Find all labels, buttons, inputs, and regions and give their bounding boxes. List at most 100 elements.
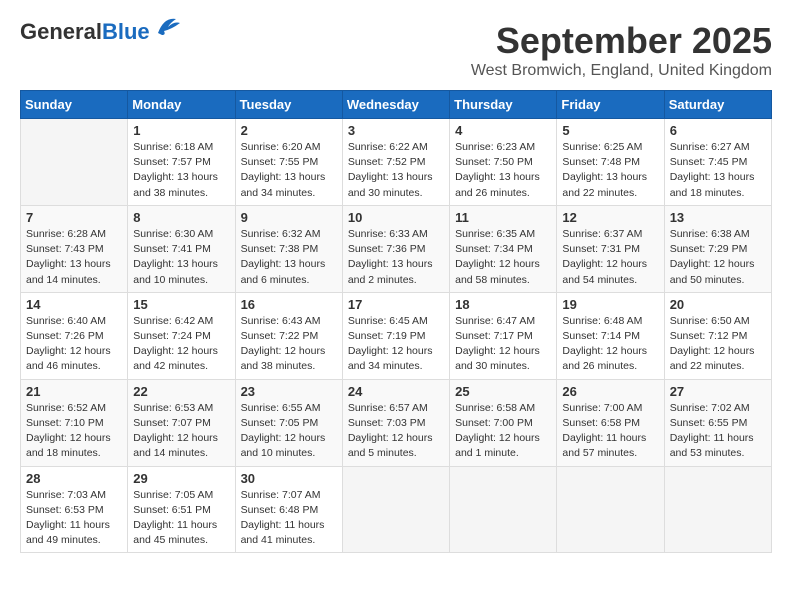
day-number: 24	[348, 384, 444, 399]
calendar-cell: 4Sunrise: 6:23 AMSunset: 7:50 PMDaylight…	[450, 119, 557, 206]
day-info: Sunrise: 7:03 AMSunset: 6:53 PMDaylight:…	[26, 488, 122, 549]
calendar-week-row: 1 Sunrise: 6:18 AMSunset: 7:57 PMDaylight…	[21, 119, 772, 206]
calendar-week-row: 14 Sunrise: 6:40 AMSunset: 7:26 PMDayligh…	[21, 292, 772, 379]
logo-general: General	[20, 19, 102, 44]
calendar-cell: 21 Sunrise: 6:52 AMSunset: 7:10 PMDayligh…	[21, 379, 128, 466]
month-title: September 2025	[471, 20, 772, 62]
calendar-cell: 27 Sunrise: 7:02 AMSunset: 6:55 PMDayligh…	[664, 379, 771, 466]
day-info: Sunrise: 6:57 AMSunset: 7:03 PMDaylight:…	[348, 401, 444, 462]
day-info: Sunrise: 6:42 AMSunset: 7:24 PMDaylight:…	[133, 314, 229, 375]
calendar-cell	[342, 466, 449, 553]
calendar-cell: 25Sunrise: 6:58 AMSunset: 7:00 PMDayligh…	[450, 379, 557, 466]
day-number: 21	[26, 384, 122, 399]
day-number: 7	[26, 210, 122, 225]
calendar-cell	[557, 466, 664, 553]
calendar-cell	[21, 119, 128, 206]
day-info: Sunrise: 7:05 AMSunset: 6:51 PMDaylight:…	[133, 488, 229, 549]
calendar-cell: 18 Sunrise: 6:47 AMSunset: 7:17 PMDayligh…	[450, 292, 557, 379]
day-info: Sunrise: 6:45 AMSunset: 7:19 PMDaylight:…	[348, 314, 444, 375]
day-number: 13	[670, 210, 766, 225]
logo-blue: Blue	[102, 19, 150, 44]
calendar-cell: 17Sunrise: 6:45 AMSunset: 7:19 PMDayligh…	[342, 292, 449, 379]
day-info: Sunrise: 6:22 AMSunset: 7:52 PMDaylight:…	[348, 140, 444, 201]
calendar-cell: 3 Sunrise: 6:22 AMSunset: 7:52 PMDaylight…	[342, 119, 449, 206]
day-number: 16	[241, 297, 337, 312]
day-number: 22	[133, 384, 229, 399]
calendar-cell: 15 Sunrise: 6:42 AMSunset: 7:24 PMDayligh…	[128, 292, 235, 379]
calendar-cell: 2Sunrise: 6:20 AMSunset: 7:55 PMDaylight…	[235, 119, 342, 206]
day-info: Sunrise: 6:55 AMSunset: 7:05 PMDaylight:…	[241, 401, 337, 462]
day-info: Sunrise: 6:52 AMSunset: 7:10 PMDaylight:…	[26, 401, 122, 462]
title-block: September 2025 West Bromwich, England, U…	[471, 20, 772, 80]
day-info: Sunrise: 6:18 AMSunset: 7:57 PMDaylight:…	[133, 140, 229, 201]
day-number: 19	[562, 297, 658, 312]
calendar-cell: 19 Sunrise: 6:48 AMSunset: 7:14 PMDayligh…	[557, 292, 664, 379]
day-number: 2	[241, 123, 337, 138]
day-info: Sunrise: 7:07 AMSunset: 6:48 PMDaylight:…	[241, 488, 337, 549]
day-number: 5	[562, 123, 658, 138]
day-info: Sunrise: 6:48 AMSunset: 7:14 PMDaylight:…	[562, 314, 658, 375]
day-number: 30	[241, 471, 337, 486]
day-number: 27	[670, 384, 766, 399]
day-info: Sunrise: 6:37 AMSunset: 7:31 PMDaylight:…	[562, 227, 658, 288]
day-info: Sunrise: 7:02 AMSunset: 6:55 PMDaylight:…	[670, 401, 766, 462]
calendar-day-header: Friday	[557, 91, 664, 119]
day-number: 4	[455, 123, 551, 138]
day-number: 26	[562, 384, 658, 399]
calendar-cell: 24 Sunrise: 6:57 AMSunset: 7:03 PMDayligh…	[342, 379, 449, 466]
day-info: Sunrise: 6:40 AMSunset: 7:26 PMDaylight:…	[26, 314, 122, 375]
day-number: 8	[133, 210, 229, 225]
day-number: 29	[133, 471, 229, 486]
day-info: Sunrise: 6:43 AMSunset: 7:22 PMDaylight:…	[241, 314, 337, 375]
logo: GeneralBlue	[20, 20, 182, 44]
calendar-day-header: Wednesday	[342, 91, 449, 119]
day-number: 18	[455, 297, 551, 312]
day-info: Sunrise: 6:53 AMSunset: 7:07 PMDaylight:…	[133, 401, 229, 462]
day-info: Sunrise: 6:33 AMSunset: 7:36 PMDaylight:…	[348, 227, 444, 288]
calendar-cell: 28 Sunrise: 7:03 AMSunset: 6:53 PMDayligh…	[21, 466, 128, 553]
calendar-cell: 22 Sunrise: 6:53 AMSunset: 7:07 PMDayligh…	[128, 379, 235, 466]
day-info: Sunrise: 6:28 AMSunset: 7:43 PMDaylight:…	[26, 227, 122, 288]
day-info: Sunrise: 6:38 AMSunset: 7:29 PMDaylight:…	[670, 227, 766, 288]
day-number: 1	[133, 123, 229, 138]
calendar-cell	[450, 466, 557, 553]
calendar-cell: 6 Sunrise: 6:27 AMSunset: 7:45 PMDaylight…	[664, 119, 771, 206]
day-info: Sunrise: 6:27 AMSunset: 7:45 PMDaylight:…	[670, 140, 766, 201]
calendar-cell: 29 Sunrise: 7:05 AMSunset: 6:51 PMDayligh…	[128, 466, 235, 553]
day-info: Sunrise: 6:58 AMSunset: 7:00 PMDaylight:…	[455, 401, 551, 462]
calendar-cell: 12 Sunrise: 6:37 AMSunset: 7:31 PMDayligh…	[557, 205, 664, 292]
calendar-cell: 13 Sunrise: 6:38 AMSunset: 7:29 PMDayligh…	[664, 205, 771, 292]
calendar-cell: 16 Sunrise: 6:43 AMSunset: 7:22 PMDayligh…	[235, 292, 342, 379]
day-info: Sunrise: 6:30 AMSunset: 7:41 PMDaylight:…	[133, 227, 229, 288]
day-number: 6	[670, 123, 766, 138]
calendar-day-header: Thursday	[450, 91, 557, 119]
calendar-day-header: Sunday	[21, 91, 128, 119]
day-number: 9	[241, 210, 337, 225]
day-number: 3	[348, 123, 444, 138]
day-number: 10	[348, 210, 444, 225]
calendar-week-row: 7 Sunrise: 6:28 AMSunset: 7:43 PMDaylight…	[21, 205, 772, 292]
calendar-day-header: Saturday	[664, 91, 771, 119]
location-title: West Bromwich, England, United Kingdom	[471, 62, 772, 80]
day-info: Sunrise: 6:50 AMSunset: 7:12 PMDaylight:…	[670, 314, 766, 375]
calendar-cell: 10 Sunrise: 6:33 AMSunset: 7:36 PMDayligh…	[342, 205, 449, 292]
calendar-cell: 11Sunrise: 6:35 AMSunset: 7:34 PMDayligh…	[450, 205, 557, 292]
calendar-cell: 14 Sunrise: 6:40 AMSunset: 7:26 PMDayligh…	[21, 292, 128, 379]
day-info: Sunrise: 6:47 AMSunset: 7:17 PMDaylight:…	[455, 314, 551, 375]
day-info: Sunrise: 6:32 AMSunset: 7:38 PMDaylight:…	[241, 227, 337, 288]
day-number: 14	[26, 297, 122, 312]
calendar-table: SundayMondayTuesdayWednesdayThursdayFrid…	[20, 90, 772, 553]
calendar-cell: 30 Sunrise: 7:07 AMSunset: 6:48 PMDayligh…	[235, 466, 342, 553]
day-number: 23	[241, 384, 337, 399]
calendar-header-row: SundayMondayTuesdayWednesdayThursdayFrid…	[21, 91, 772, 119]
day-number: 12	[562, 210, 658, 225]
page-header: GeneralBlue September 2025 West Bromwich…	[20, 20, 772, 80]
day-number: 28	[26, 471, 122, 486]
day-number: 20	[670, 297, 766, 312]
calendar-day-header: Tuesday	[235, 91, 342, 119]
calendar-cell	[664, 466, 771, 553]
calendar-cell: 23 Sunrise: 6:55 AMSunset: 7:05 PMDayligh…	[235, 379, 342, 466]
day-number: 15	[133, 297, 229, 312]
day-info: Sunrise: 6:25 AMSunset: 7:48 PMDaylight:…	[562, 140, 658, 201]
calendar-cell: 9 Sunrise: 6:32 AMSunset: 7:38 PMDaylight…	[235, 205, 342, 292]
